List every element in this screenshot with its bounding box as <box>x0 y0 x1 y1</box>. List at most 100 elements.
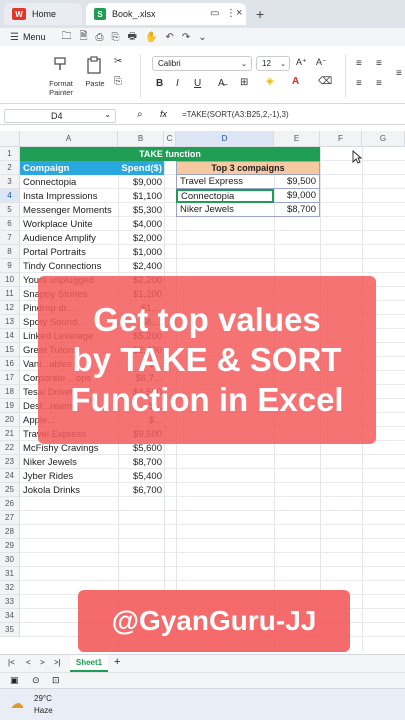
row-header[interactable]: 29 <box>0 539 20 553</box>
status-icon-1[interactable]: ▣ <box>10 675 19 686</box>
next-sheet-icon[interactable]: > <box>40 658 45 667</box>
campaign-cell[interactable]: Jyber Rides <box>20 469 118 483</box>
font-name-select[interactable]: Calibri ⌄ <box>152 56 252 71</box>
campaign-cell[interactable]: Messenger Moments <box>20 203 118 217</box>
top3-name-cell[interactable]: Travel Express <box>176 175 274 189</box>
row-header[interactable]: 12 <box>0 301 20 315</box>
spend-cell[interactable]: $2,400 <box>118 259 164 273</box>
name-box[interactable]: D4 ⌄ <box>4 109 116 123</box>
hand-icon[interactable]: ✋ <box>145 32 157 43</box>
row-header[interactable]: 26 <box>0 497 20 511</box>
campaign-cell[interactable]: Audience Amplify <box>20 231 118 245</box>
row-header[interactable]: 10 <box>0 273 20 287</box>
add-sheet-button[interactable]: + <box>114 656 120 668</box>
export-icon[interactable]: ⎙ <box>96 32 104 43</box>
row-header[interactable]: 13 <box>0 315 20 329</box>
campaign-cell[interactable]: Portal Portraits <box>20 245 118 259</box>
row-header[interactable]: 6 <box>0 217 20 231</box>
sheet-title[interactable]: TAKE function <box>20 147 320 161</box>
column-header-g[interactable]: G <box>362 131 405 147</box>
sheet-tab-sheet1[interactable]: Sheet1 <box>70 655 108 672</box>
row-header[interactable]: 16 <box>0 357 20 371</box>
tab-home[interactable]: W Home <box>4 3 82 25</box>
campaign-cell[interactable]: Connectopia <box>20 175 118 189</box>
new-tab-button[interactable]: + <box>256 6 264 22</box>
row-header[interactable]: 3 <box>0 175 20 189</box>
italic-button[interactable]: I <box>176 78 179 89</box>
prev-sheet-icon[interactable]: < <box>26 658 31 667</box>
format-painter-icon[interactable] <box>52 56 68 75</box>
spend-cell[interactable]: $1,100 <box>118 189 164 203</box>
more-icon[interactable]: ⋮ <box>226 8 236 19</box>
formula-input[interactable]: =TAKE(SORT(A3:B25,2,-1),3) <box>182 110 289 119</box>
hamburger-icon[interactable]: ☰ <box>10 32 19 43</box>
row-header[interactable]: 18 <box>0 385 20 399</box>
column-header-b[interactable]: B <box>118 131 164 147</box>
row-header[interactable]: 22 <box>0 441 20 455</box>
top3-spend-cell[interactable]: $9,000 <box>274 189 320 203</box>
copy-icon[interactable]: ⎘ <box>112 32 120 43</box>
open-folder-icon[interactable]: 🗀 <box>61 29 71 46</box>
align-left-icon[interactable]: ≡ <box>356 78 362 89</box>
last-sheet-icon[interactable]: >| <box>54 658 61 667</box>
top3-spend-cell[interactable]: $9,500 <box>274 175 320 189</box>
more-quick-icon[interactable]: ⌄ <box>198 32 206 43</box>
paste-label[interactable]: Paste <box>80 79 110 88</box>
status-icon-2[interactable]: ⊙ <box>32 675 40 686</box>
top3-name-cell[interactable]: Niker Jewels <box>176 203 274 217</box>
align-right-icon[interactable]: ≡ <box>396 68 402 79</box>
cut-icon[interactable]: ✂ <box>114 56 122 67</box>
row-header[interactable]: 11 <box>0 287 20 301</box>
row-header[interactable]: 34 <box>0 609 20 623</box>
align-middle-icon[interactable]: ≡ <box>376 58 382 69</box>
align-center-icon[interactable]: ≡ <box>376 78 382 89</box>
row-header[interactable]: 28 <box>0 525 20 539</box>
row-header[interactable]: 23 <box>0 455 20 469</box>
top3-name-cell-selected[interactable]: Connectopia <box>176 189 274 203</box>
redo-icon[interactable]: ↷ <box>182 32 190 43</box>
row-header[interactable]: 2 <box>0 161 20 175</box>
align-top-icon[interactable]: ≡ <box>356 58 362 69</box>
row-header[interactable]: 21 <box>0 427 20 441</box>
font-size-select[interactable]: 12 ⌄ <box>256 56 290 71</box>
row-header[interactable]: 17 <box>0 371 20 385</box>
fill-color-icon[interactable]: ◈ <box>266 76 274 87</box>
monitor-icon[interactable]: ▭ <box>210 8 219 19</box>
row-header[interactable]: 24 <box>0 469 20 483</box>
row-header[interactable]: 7 <box>0 231 20 245</box>
campaign-cell[interactable]: Niker Jewels <box>20 455 118 469</box>
spend-cell[interactable]: $5,400 <box>118 469 164 483</box>
row-header[interactable]: 4 <box>0 189 20 203</box>
fx-icon[interactable]: fx <box>160 109 167 119</box>
copy-format-icon[interactable]: ⎘ <box>114 76 122 87</box>
paste-icon[interactable] <box>86 56 102 77</box>
row-header[interactable]: 5 <box>0 203 20 217</box>
spend-cell[interactable]: $1,000 <box>118 245 164 259</box>
close-tab-icon[interactable]: × <box>236 7 242 19</box>
row-header[interactable]: 8 <box>0 245 20 259</box>
status-icon-3[interactable]: ⊡ <box>52 675 60 686</box>
print-icon[interactable]: 🖶 <box>128 29 137 46</box>
spend-cell[interactable]: $9,000 <box>118 175 164 189</box>
row-header[interactable]: 25 <box>0 483 20 497</box>
row-header[interactable]: 31 <box>0 567 20 581</box>
row-header[interactable]: 30 <box>0 553 20 567</box>
font-color-icon[interactable]: A <box>292 76 299 87</box>
campaign-cell[interactable]: Tindy Connections <box>20 259 118 273</box>
spend-cell[interactable]: $6,700 <box>118 483 164 497</box>
header-spend[interactable]: Spend($) <box>118 161 164 175</box>
row-header[interactable]: 9 <box>0 259 20 273</box>
row-header[interactable]: 32 <box>0 581 20 595</box>
row-header[interactable]: 33 <box>0 595 20 609</box>
column-header-e[interactable]: E <box>274 131 320 147</box>
row-header[interactable]: 19 <box>0 399 20 413</box>
column-header-c[interactable]: C <box>164 131 176 147</box>
row-header[interactable]: 27 <box>0 511 20 525</box>
spend-cell[interactable]: $8,700 <box>118 455 164 469</box>
campaign-cell[interactable]: Jokola Drinks <box>20 483 118 497</box>
column-header-d[interactable]: D <box>176 131 274 147</box>
campaign-cell[interactable]: Insta Impressions <box>20 189 118 203</box>
select-all-corner[interactable] <box>0 131 20 147</box>
top3-title[interactable]: Top 3 compaigns <box>176 161 320 175</box>
row-header[interactable]: 14 <box>0 329 20 343</box>
